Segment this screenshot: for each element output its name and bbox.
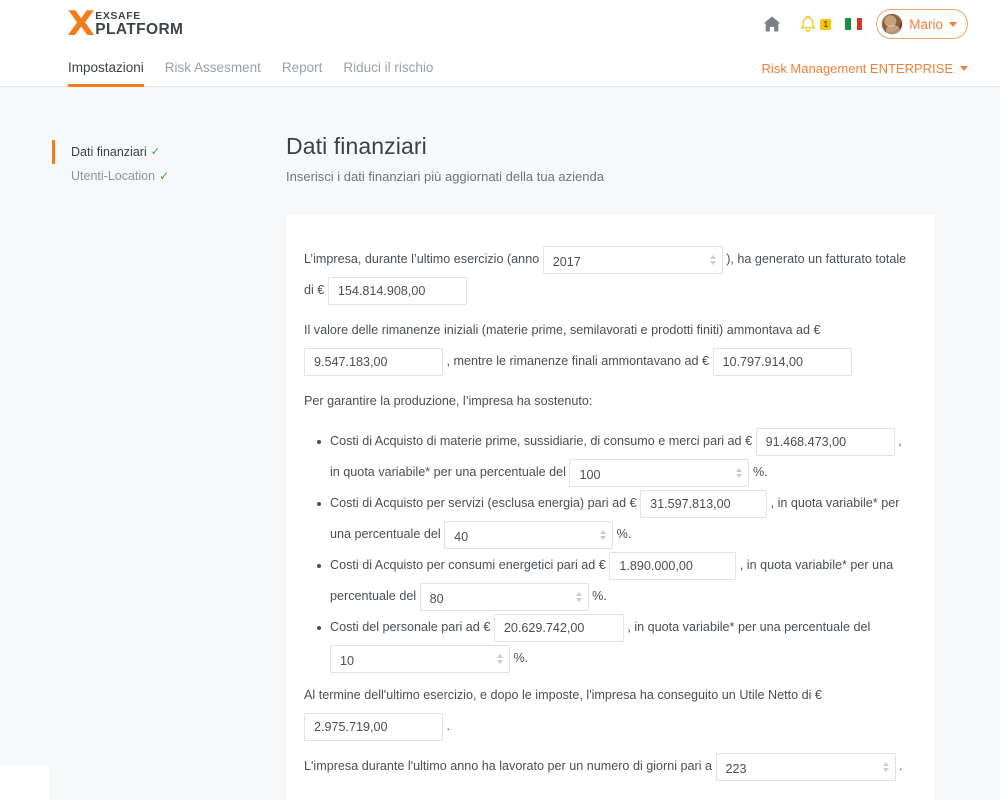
page-body: Dati finanziari ✓ Utenti-Location ✓ Dati… (0, 87, 1000, 800)
cost-mid-text: , in quota variabile* per una (739, 558, 894, 572)
sidebar-item-label: Dati finanziari (71, 145, 147, 159)
cost-item-materie-prime: Costi di Acquisto di materie prime, suss… (317, 426, 915, 488)
chevron-down-icon (949, 21, 957, 27)
cost-pct-stepper[interactable] (444, 520, 614, 550)
work-days-block: L'impresa durante l'ultimo anno ha lavor… (304, 751, 915, 782)
final-inventory-input[interactable] (712, 347, 852, 376)
stepper-arrows-icon[interactable] (575, 591, 582, 602)
revenue-block: L’impresa, durante l’ultimo esercizio (a… (304, 244, 915, 306)
inventory-text-initial: Il valore delle rimanenze iniziali (mate… (304, 323, 821, 337)
cost-pct-suffix: %. (513, 651, 529, 665)
revenue-text-before: L’impresa, durante l’ultimo esercizio (a… (304, 252, 540, 266)
cost-item-servizi: Costi di Acquisto per servizi (esclusa e… (317, 488, 915, 550)
cost-pct-stepper[interactable] (569, 458, 750, 488)
main-content: Dati finanziari Inserisci i dati finanzi… (286, 133, 936, 800)
initial-inventory-input[interactable] (304, 347, 443, 376)
stepper-arrows-icon[interactable] (882, 761, 889, 772)
stepper-arrows-icon[interactable] (736, 467, 743, 478)
year-input[interactable] (543, 248, 722, 275)
top-bar-actions: 1 Mario (761, 0, 968, 48)
product-selector[interactable]: Risk Management ENTERPRISE (762, 61, 968, 76)
net-profit-suffix: . (446, 719, 451, 733)
sidebar-item-utenti-location[interactable]: Utenti-Location ✓ (52, 164, 250, 188)
revenue-text-after: ), ha generato un fatturato totale (726, 252, 907, 266)
costs-list: Costi di Acquisto di materie prime, suss… (304, 426, 915, 674)
inventory-text-middle: , mentre le rimanenze finali ammontavano… (446, 354, 710, 368)
net-profit-block: Al termine dell'ultimo esercizio, e dopo… (304, 680, 915, 742)
cost-label: Costi di Acquisto per servizi (esclusa e… (330, 496, 637, 510)
cost-pct-suffix: %. (616, 527, 632, 541)
stepper-arrows-icon[interactable] (709, 254, 716, 265)
net-profit-label: Al termine dell'ultimo esercizio, e dopo… (304, 688, 822, 702)
year-stepper[interactable] (542, 245, 723, 275)
cost-mid-text: , (898, 434, 902, 448)
cost-amount-input[interactable] (640, 489, 768, 518)
nav-tab-list: Impostazioni Risk Assesment Report Riduc… (68, 48, 454, 87)
tab-risk-assesment[interactable]: Risk Assesment (165, 48, 261, 87)
chevron-down-icon (960, 66, 968, 71)
home-icon[interactable] (761, 13, 783, 35)
revenue-input[interactable] (327, 276, 467, 305)
product-selector-label: Risk Management ENTERPRISE (761, 61, 953, 76)
cost-pct-suffix: %. (592, 589, 607, 603)
sidebar-item-label: Utenti-Location (71, 169, 156, 183)
cost-amount-input[interactable] (609, 551, 737, 580)
sidebar-item-dati-finanziari[interactable]: Dati finanziari ✓ (52, 140, 250, 164)
stepper-arrows-icon[interactable] (497, 653, 503, 664)
bell-icon (797, 13, 819, 35)
check-icon: ✓ (159, 169, 170, 183)
cost-label: Costi di Acquisto di materie prime, suss… (330, 434, 753, 448)
cost-pct-label: in quota variabile* per una percentuale … (330, 465, 566, 479)
top-bar: X EXSAFE PLATFORM 1 Mario (0, 0, 1000, 48)
cost-pct-label: una percentuale del (330, 527, 441, 541)
main-nav: Impostazioni Risk Assesment Report Riduc… (0, 48, 1000, 87)
cost-pct-input[interactable] (420, 585, 588, 612)
check-icon: ✓ (150, 145, 160, 158)
work-days-suffix: . (899, 759, 903, 773)
brand-logo[interactable]: X EXSAFE PLATFORM (67, 4, 184, 44)
tab-riduci-il-rischio[interactable]: Riduci il rischio (343, 48, 433, 87)
cost-pct-input[interactable] (331, 647, 509, 674)
avatar (881, 13, 904, 35)
work-days-stepper[interactable] (715, 752, 896, 782)
user-name-label: Mario (909, 16, 943, 32)
cost-pct-stepper[interactable] (419, 582, 589, 612)
cost-pct-label: percentuale del (330, 589, 417, 603)
tab-report[interactable]: Report (282, 48, 323, 87)
user-menu-button[interactable]: Mario (876, 9, 968, 39)
cost-label: Costi del personale pari ad € (330, 620, 491, 634)
cost-pct-input[interactable] (445, 523, 613, 550)
revenue-currency-label: di € (304, 283, 325, 297)
page-title: Dati finanziari (286, 133, 427, 159)
costs-intro: Per garantire la produzione, l’impresa h… (304, 394, 593, 408)
stepper-arrows-icon[interactable] (600, 529, 607, 540)
cost-amount-input[interactable] (493, 613, 624, 642)
work-days-input[interactable] (716, 755, 895, 782)
logo-x-mark: X (67, 4, 95, 44)
equity-block: L'impresa inoltre presentava, alla data … (304, 791, 915, 800)
cost-item-energia: Costi di Acquisto per consumi energetici… (317, 550, 915, 612)
cost-mid-text: , in quota variabile* per (770, 496, 900, 510)
work-days-label: L'impresa durante l'ultimo anno ha lavor… (304, 759, 713, 773)
notifications-button[interactable]: 1 (797, 13, 832, 35)
logo-text-platform: PLATFORM (95, 21, 184, 38)
cost-pct-stepper[interactable] (330, 644, 510, 674)
page-subtitle: Inserisci i dati finanziari più aggiorna… (286, 169, 604, 184)
cost-mid-text: , in quota variabile* per una percentual… (627, 620, 871, 634)
notification-badge: 1 (820, 18, 832, 30)
logo-text-exsafe: EXSAFE (95, 9, 141, 22)
settings-sidebar: Dati finanziari ✓ Utenti-Location ✓ (0, 140, 250, 188)
financial-data-form: L’impresa, durante l’ultimo esercizio (a… (286, 214, 935, 800)
cost-amount-input[interactable] (755, 427, 895, 456)
cost-pct-suffix: %. (752, 465, 768, 479)
net-profit-input[interactable] (304, 712, 443, 741)
cost-item-personale: Costi del personale pari ad € , in quota… (317, 612, 915, 674)
tab-impostazioni[interactable]: Impostazioni (68, 48, 144, 87)
cost-pct-input[interactable] (570, 461, 749, 488)
it-flag-icon[interactable] (845, 18, 863, 30)
inventory-block: Il valore delle rimanenze iniziali (mate… (304, 315, 915, 377)
bottom-left-panel (0, 765, 49, 800)
cost-label: Costi di Acquisto per consumi energetici… (330, 558, 606, 572)
